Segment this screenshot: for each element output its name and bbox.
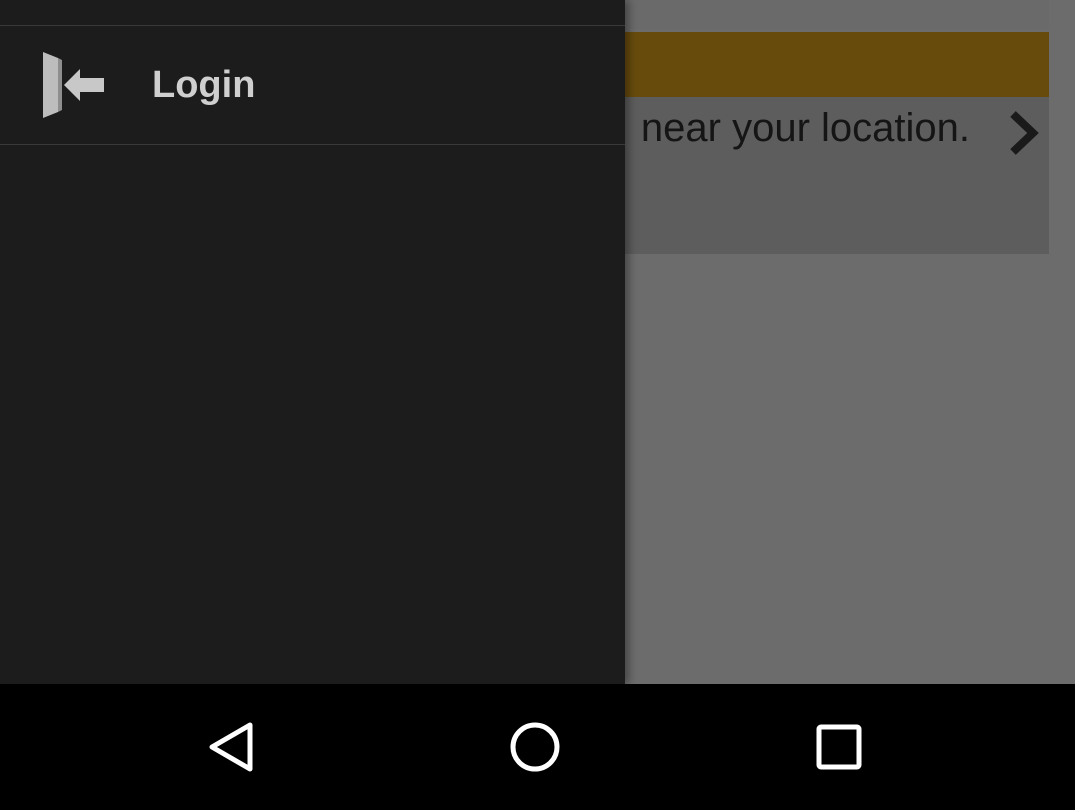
app-right-edge <box>1049 0 1075 684</box>
chevron-right-icon[interactable] <box>1003 108 1043 158</box>
drawer-item-label: Login <box>152 64 256 106</box>
login-icon <box>43 52 104 118</box>
home-circle-icon[interactable] <box>500 712 570 782</box>
system-navigation-bar <box>0 684 1075 810</box>
drawer-divider <box>0 144 625 145</box>
back-triangle-icon[interactable] <box>198 712 268 782</box>
recents-square-icon[interactable] <box>804 712 874 782</box>
navigation-drawer: Login <box>0 0 625 684</box>
drawer-item-login[interactable]: Login <box>0 26 625 144</box>
screen: near your location. Login <box>0 0 1075 684</box>
location-card-text: near your location. <box>640 106 970 150</box>
